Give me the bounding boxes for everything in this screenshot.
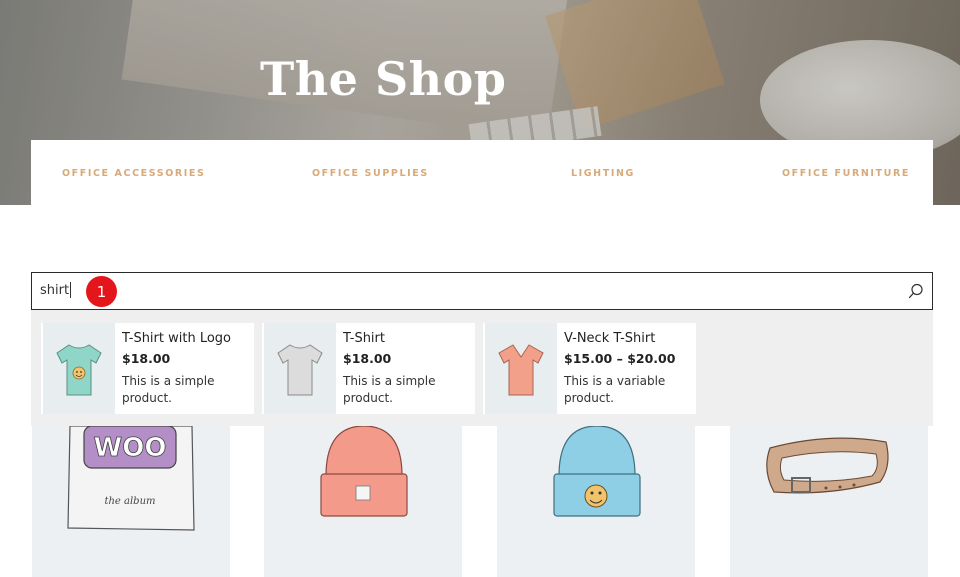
svg-text:the album: the album <box>104 496 155 507</box>
category-nav: OFFICE ACCESSORIES OFFICE SUPPLIES LIGHT… <box>31 140 933 205</box>
search-icon[interactable] <box>908 283 924 299</box>
result-description: This is a simple product. <box>343 374 436 405</box>
product-card-belt[interactable] <box>730 426 928 577</box>
result-title[interactable]: T-Shirt <box>343 331 385 346</box>
text-caret <box>70 282 72 298</box>
tshirt-teal-logo-icon <box>43 323 115 414</box>
category-link-office-accessories[interactable]: OFFICE ACCESSORIES <box>62 168 205 179</box>
search-results-dropdown: T-Shirt with Logo $18.00 This is a simpl… <box>31 310 933 426</box>
page-title: The Shop <box>260 52 507 106</box>
search-result-item[interactable]: V-Neck T-Shirt $15.00 – $20.00 This is a… <box>483 323 696 414</box>
result-description: This is a simple product. <box>122 374 215 405</box>
result-price: $18.00 <box>343 351 392 366</box>
category-link-lighting[interactable]: LIGHTING <box>571 168 635 179</box>
category-link-office-supplies[interactable]: OFFICE SUPPLIES <box>312 168 429 179</box>
step-badge: 1 <box>86 276 117 307</box>
beanie-blue-logo-image <box>553 426 641 517</box>
result-title[interactable]: V-Neck T-Shirt <box>564 331 655 346</box>
tshirt-gray-icon <box>264 323 336 414</box>
search-input[interactable]: shirt <box>40 282 72 298</box>
result-title[interactable]: T-Shirt with Logo <box>122 331 231 346</box>
product-card-beanie-with-logo[interactable] <box>497 426 695 577</box>
search-input-value: shirt <box>40 282 70 298</box>
result-price: $15.00 – $20.00 <box>564 351 676 366</box>
product-card-beanie[interactable] <box>264 426 462 577</box>
belt-image <box>766 437 889 494</box>
search-result-item[interactable]: T-Shirt $18.00 This is a simple product. <box>262 323 475 414</box>
result-description: This is a variable product. <box>564 374 666 405</box>
category-link-office-furniture[interactable]: OFFICE FURNITURE <box>782 168 910 179</box>
woo-album-image: WOO the album <box>67 426 195 531</box>
search-box[interactable]: shirt <box>31 272 933 310</box>
result-price: $18.00 <box>122 351 171 366</box>
search-result-item[interactable]: T-Shirt with Logo $18.00 This is a simpl… <box>41 323 254 414</box>
svg-text:WOO: WOO <box>94 433 167 463</box>
beanie-coral-image <box>320 426 408 517</box>
product-card-woo-album[interactable]: WOO the album <box>32 426 230 577</box>
vneck-tshirt-coral-icon <box>485 323 557 414</box>
